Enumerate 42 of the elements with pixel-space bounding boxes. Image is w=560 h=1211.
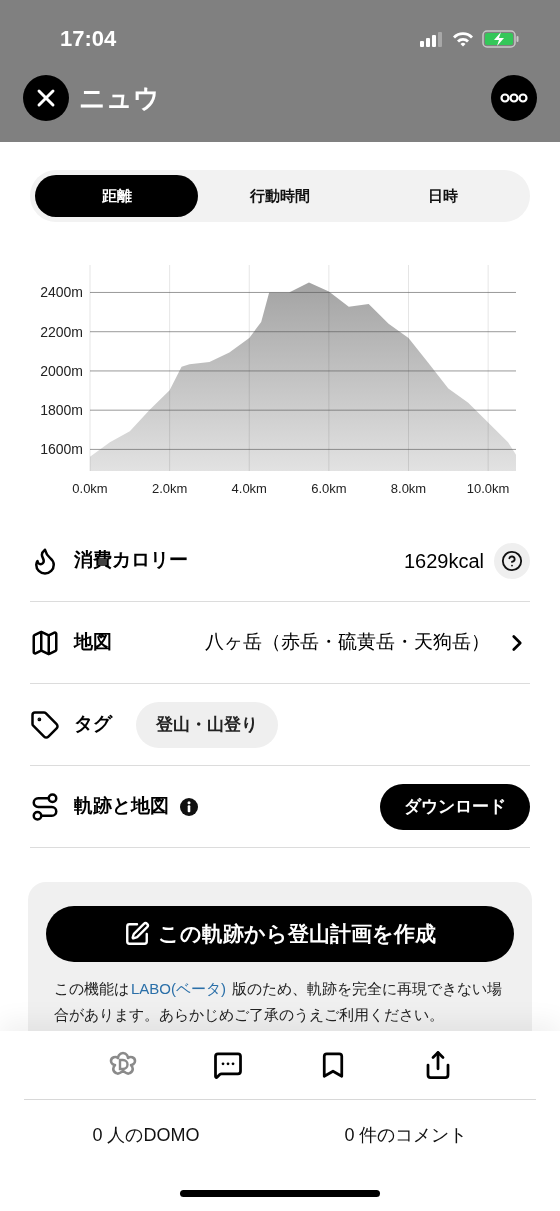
row-label: 地図 — [74, 630, 112, 655]
x-tick-label: 0.0km — [72, 481, 108, 496]
count-link[interactable]: 0 件のコメント — [344, 1121, 468, 1149]
y-tick-label: 2000m — [40, 362, 83, 379]
help-icon — [501, 549, 523, 572]
row-label: 消費カロリー — [74, 548, 188, 573]
more-button[interactable] — [491, 75, 537, 121]
calorie-value: 1629kcal — [403, 548, 484, 574]
help-button[interactable] — [494, 542, 530, 579]
row-label: 軌跡と地図 — [74, 794, 169, 819]
y-tick-label: 1600m — [40, 441, 83, 458]
battery-charging-icon — [482, 29, 520, 48]
tag-icon — [30, 709, 60, 740]
count-link[interactable]: 0 人のDOMO — [92, 1121, 200, 1149]
row-label: タグ — [74, 712, 112, 737]
labo-link[interactable]: LABO(ベータ) — [131, 980, 226, 997]
x-tick-label: 4.0km — [231, 481, 267, 496]
close-button[interactable] — [23, 75, 69, 121]
map-link[interactable]: 八ヶ岳（赤岳・硫黄岳・天狗岳） — [205, 628, 530, 657]
y-tick-label: 2200m — [40, 323, 83, 340]
page-title: ニュウ — [79, 81, 160, 115]
download-button[interactable]: ダウンロード — [380, 783, 530, 830]
segment-tab[interactable]: 距離 — [35, 175, 199, 217]
y-tick-label: 2400m — [40, 284, 83, 301]
x-tick-label: 2.0km — [151, 481, 188, 496]
create-plan-button[interactable]: この軌跡から登山計画を作成 — [46, 906, 514, 962]
wifi-icon — [452, 30, 474, 47]
segment-tab[interactable]: 行動時間 — [198, 175, 362, 217]
x-tick-label: 6.0km — [311, 481, 347, 496]
route-icon — [30, 791, 60, 822]
tag-chip[interactable]: 登山・山登り — [136, 701, 278, 748]
x-tick-label: 10.0km — [466, 481, 510, 496]
x-tick-label: 8.0km — [390, 481, 427, 496]
y-tick-label: 1800m — [40, 402, 83, 419]
beta-note: この機能は LABO(ベータ) 版のため、軌跡を完全に再現できない場合があります。あらかじめご了承のうえご利用ください。 — [53, 979, 504, 1025]
status-time: 17:04 — [60, 25, 117, 53]
signal-icon — [420, 30, 444, 47]
info-icon — [179, 796, 199, 817]
edit-icon — [124, 921, 150, 947]
comment-icon[interactable] — [212, 1050, 243, 1080]
segment-tab[interactable]: 日時 — [361, 175, 525, 217]
more-icon — [500, 93, 528, 103]
